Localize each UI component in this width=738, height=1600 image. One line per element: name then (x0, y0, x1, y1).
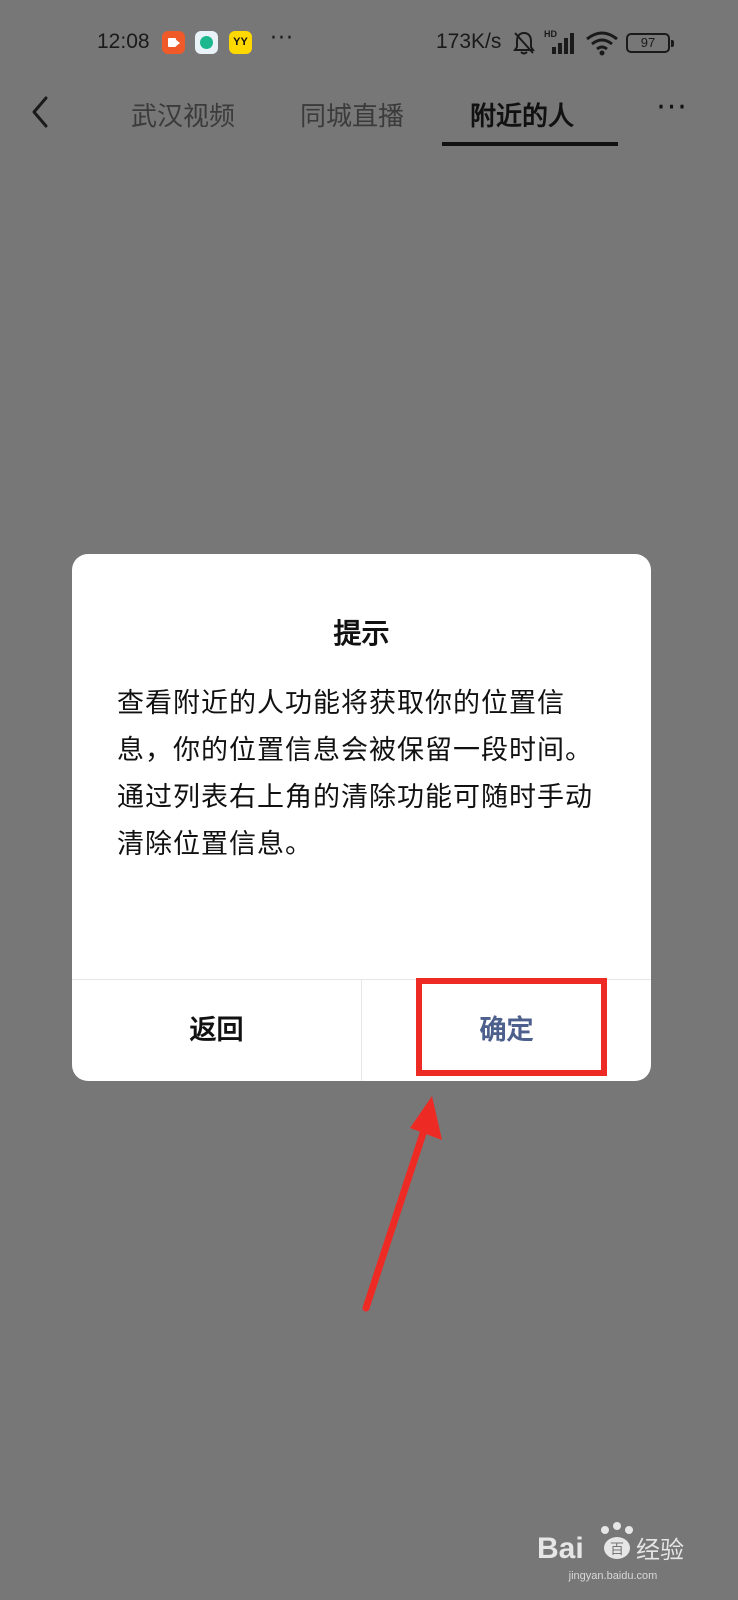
watermark-brand: Bai (537, 1532, 584, 1565)
network-speed: 173K/s (436, 30, 502, 53)
status-bar: 12:08 YY ··· 173K/s HD 97 (0, 0, 723, 88)
cancel-button[interactable]: 返回 (72, 980, 361, 1081)
globe-app-icon (195, 31, 218, 54)
signal-hd-label: HD (544, 29, 557, 39)
back-button[interactable] (26, 94, 58, 130)
baidu-jingyan-logo: Bai 百 经验 (537, 1522, 684, 1565)
battery-level: 97 (640, 35, 656, 50)
dialog-message: 查看附近的人功能将获取你的位置信息，你的位置信息会被保留一段时间。通过列表右上角… (117, 688, 593, 860)
active-tab-indicator (442, 142, 618, 146)
video-app-icon (162, 31, 185, 54)
paw-icon: 百 (601, 1522, 633, 1559)
wifi-icon (586, 31, 618, 56)
dialog-title: 提示 (333, 617, 390, 650)
top-nav: 武汉视频 同城直播 附近的人 ··· (0, 88, 723, 150)
highlight-box (416, 978, 607, 1076)
tab-city-live[interactable]: 同城直播 (300, 96, 404, 133)
watermark-suffix: 经验 (636, 1536, 684, 1564)
status-more-icon: ··· (270, 26, 294, 51)
tab-nearby-people[interactable]: 附近的人 (470, 96, 574, 133)
more-options-button[interactable]: ··· (652, 88, 692, 128)
tab-wuhan-video[interactable]: 武汉视频 (131, 96, 235, 133)
signal-icon: HD (544, 29, 574, 54)
status-time: 12:08 (97, 30, 150, 53)
watermark-brand-du: 百 (610, 1542, 624, 1558)
bell-off-icon (513, 31, 535, 55)
yy-app-icon: YY (229, 31, 252, 54)
red-arrow-icon (362, 1096, 442, 1312)
battery-icon: 97 (626, 33, 674, 53)
